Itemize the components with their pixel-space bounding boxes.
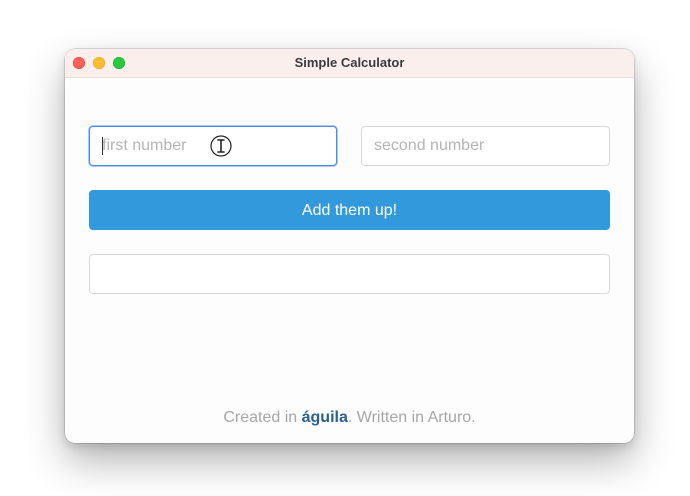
brand-name: águila [301, 409, 348, 426]
text-caret [102, 137, 103, 155]
footer-credit: Created in águila. Written in Arturo. [65, 409, 634, 427]
add-them-up-button[interactable]: Add them up! [89, 190, 610, 230]
result-field[interactable] [89, 254, 610, 294]
app-window: Simple Calculator Add them up! Created i… [65, 49, 634, 443]
footer-language: Arturo [427, 409, 472, 426]
footer-prefix: Created in [223, 409, 302, 426]
desktop: Simple Calculator Add them up! Created i… [0, 0, 690, 496]
text-cursor-icon [210, 135, 232, 157]
title-bar[interactable]: Simple Calculator [65, 49, 634, 78]
second-number-input[interactable] [361, 126, 610, 166]
window-title: Simple Calculator [294, 55, 405, 70]
footer-suffix: . [471, 409, 476, 426]
footer-middle: . Written in [347, 409, 428, 426]
